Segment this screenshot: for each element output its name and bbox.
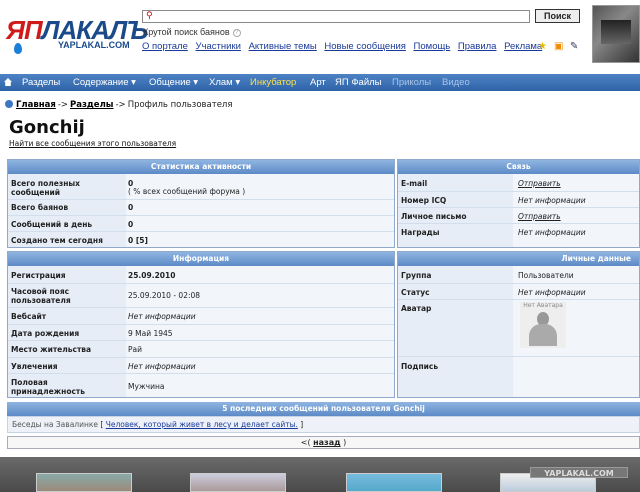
- search-icon: ⚲: [146, 11, 153, 21]
- bottom-thumbnails: YAPLAKAL.COM: [0, 457, 640, 492]
- pager: <( назад ): [7, 436, 640, 449]
- top-links: О портале Участники Активные темы Новые …: [142, 41, 547, 52]
- link-new-posts[interactable]: Новые сообщения: [324, 41, 406, 52]
- contact-label: Номер ICQ: [401, 196, 447, 205]
- personal-panel: Личные данные Группа Пользователи Статус…: [397, 251, 640, 398]
- search-button[interactable]: Поиск: [535, 9, 580, 23]
- post-forum: Беседы на Завалинке: [12, 420, 99, 429]
- contact-label: E-mail: [401, 179, 428, 188]
- avatar: Нет Аватара: [520, 302, 566, 348]
- search-hint[interactable]: Крутой поиск баянов?: [143, 27, 241, 37]
- awards-value: Нет информации: [518, 228, 586, 237]
- gender-value: Мужчина: [128, 382, 165, 391]
- stat-value: 0: [128, 203, 134, 212]
- avatar-body-icon: [529, 324, 557, 346]
- stat-value: 0: [128, 220, 134, 229]
- search-input[interactable]: ⚲: [142, 10, 530, 23]
- info-label: Часовой пояс пользователя: [11, 287, 71, 305]
- page-title: Gonchij: [9, 117, 85, 138]
- crumb-current: Профиль пользователя: [127, 100, 233, 110]
- info-panel: Информация Регистрация 25.09.2010 Часово…: [7, 251, 395, 398]
- contact-label: Личное письмо: [401, 212, 467, 221]
- nav-junk[interactable]: Хлам ▾: [209, 74, 240, 91]
- stat-extra: ( % всех сообщений форума ): [128, 187, 246, 196]
- location-value: Рай: [128, 345, 142, 354]
- help-icon[interactable]: ?: [232, 29, 241, 37]
- interests-value: Нет информации: [128, 362, 196, 371]
- thumbnail[interactable]: [36, 473, 132, 492]
- pen-icon[interactable]: ✎: [570, 41, 578, 53]
- link-ads[interactable]: Реклама: [504, 41, 542, 52]
- info-label: Регистрация: [11, 271, 66, 280]
- nav-communication[interactable]: Общение ▾: [149, 74, 198, 91]
- stat-label: Всего полезных сообщений: [11, 179, 81, 197]
- post-link[interactable]: Человек, который живет в лесу и делает с…: [106, 420, 298, 429]
- contact-label: Награды: [401, 228, 440, 237]
- info-title: Информация: [8, 252, 394, 266]
- nav-video[interactable]: Видео: [442, 74, 470, 91]
- site-header: ЯПЛАКАЛЪ YAPLAKAL.COM ⚲ Поиск Крутой пои…: [0, 0, 640, 70]
- last-posts-title: 5 последних сообщений пользователя Gonch…: [7, 402, 640, 416]
- contact-panel: Связь E-mail Отправить Номер ICQ Нет инф…: [397, 159, 640, 248]
- footer-logo: YAPLAKAL.COM: [530, 467, 628, 478]
- bullet-icon: [5, 100, 13, 108]
- link-help[interactable]: Помощь: [414, 41, 451, 52]
- thumbnail[interactable]: [190, 473, 286, 492]
- nav-jokes[interactable]: Приколы: [392, 74, 431, 91]
- group-label: Группа: [401, 271, 432, 280]
- nav-files[interactable]: ЯП Файлы: [335, 74, 382, 91]
- email-link[interactable]: Отправить: [518, 179, 561, 188]
- drop-icon: [14, 43, 22, 54]
- info-label: Вебсайт: [11, 312, 47, 321]
- crumb-sections[interactable]: Разделы: [70, 100, 113, 110]
- birthday-value: 9 Май 1945: [128, 329, 173, 338]
- stats-title: Статистика активности: [8, 160, 394, 174]
- rss-icon[interactable]: ▣: [554, 41, 563, 53]
- private-message-link[interactable]: Отправить: [518, 212, 561, 221]
- link-about[interactable]: О портале: [142, 41, 188, 52]
- info-label: Половая принадлежность: [11, 378, 86, 396]
- home-icon[interactable]: [4, 78, 12, 86]
- star-icon[interactable]: ★: [538, 41, 547, 53]
- nav-incubator[interactable]: Инкубатор: [250, 74, 296, 91]
- info-label: Увлечения: [11, 362, 58, 371]
- breadcrumb: Главная -> Разделы -> Профиль пользователя: [5, 100, 232, 110]
- header-thumbnail[interactable]: [592, 5, 640, 63]
- avatar-label: Аватар: [401, 304, 432, 313]
- info-label: Место жительства: [11, 345, 92, 354]
- site-logo[interactable]: ЯПЛАКАЛЪ YAPLAKAL.COM: [6, 15, 148, 57]
- nav-content[interactable]: Содержание ▾: [73, 74, 136, 91]
- status-value: Нет информации: [518, 288, 586, 297]
- group-value: Пользователи: [518, 271, 574, 280]
- stat-label: Сообщений в день: [11, 220, 93, 229]
- avatar-caption: Нет Аватара: [523, 302, 563, 309]
- link-active-topics[interactable]: Активные темы: [249, 41, 317, 52]
- main-nav: Разделы Содержание ▾ Общение ▾ Хлам ▾ Ин…: [0, 74, 640, 91]
- website-value: Нет информации: [128, 312, 196, 321]
- personal-title: Личные данные: [398, 252, 639, 266]
- stat-label: Создано тем сегодня: [11, 236, 103, 245]
- back-link[interactable]: назад: [313, 438, 340, 447]
- find-posts-link[interactable]: Найти все сообщения этого пользователя: [9, 139, 176, 148]
- signature-label: Подпись: [401, 362, 439, 371]
- icq-value: Нет информации: [518, 196, 586, 205]
- stat-label: Всего баянов: [11, 203, 69, 212]
- last-post-row: Беседы на Завалинке [ Человек, который ж…: [7, 416, 640, 433]
- logo-subtext: YAPLAKAL.COM: [58, 40, 130, 50]
- registration-value: 25.09.2010: [128, 271, 176, 280]
- nav-art[interactable]: Арт: [310, 74, 326, 91]
- tool-icons: ★ ▣ ✎: [538, 41, 588, 53]
- link-rules[interactable]: Правила: [458, 41, 497, 52]
- nav-sections[interactable]: Разделы: [22, 74, 60, 91]
- stats-panel: Статистика активности Всего полезных соо…: [7, 159, 395, 248]
- thumbnail[interactable]: [346, 473, 442, 492]
- stat-value: 0 [5]: [128, 236, 148, 245]
- info-label: Дата рождения: [11, 329, 80, 338]
- contact-title: Связь: [398, 160, 639, 174]
- status-label: Статус: [401, 288, 430, 297]
- timezone-value: 25.09.2010 - 02:08: [128, 291, 201, 300]
- link-members[interactable]: Участники: [196, 41, 241, 52]
- crumb-home[interactable]: Главная: [16, 100, 56, 110]
